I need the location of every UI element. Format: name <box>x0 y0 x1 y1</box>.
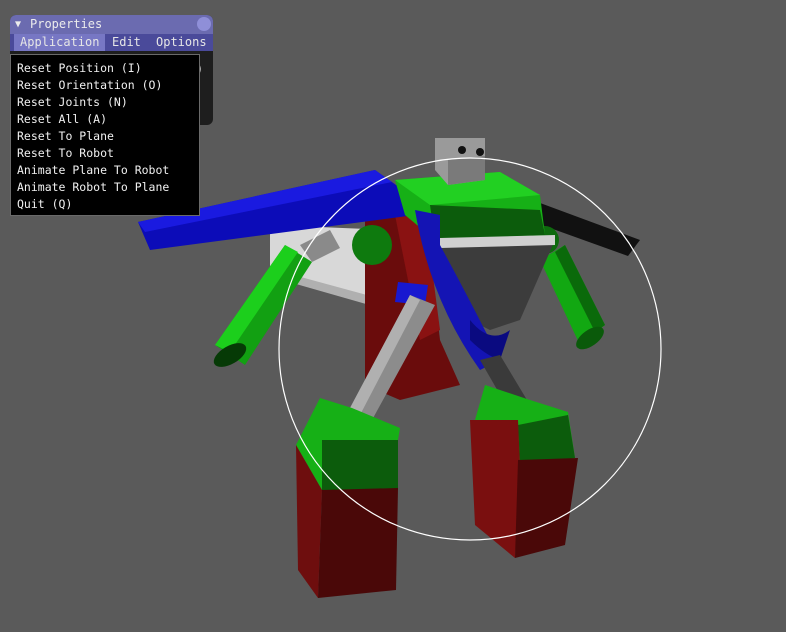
menu-options[interactable]: Options <box>150 34 213 51</box>
menu-bar: Application Edit Options <box>10 34 213 51</box>
menu-animate-plane-to-robot[interactable]: Animate Plane To Robot <box>17 162 169 179</box>
menu-animate-robot-to-plane[interactable]: Animate Robot To Plane <box>17 179 169 196</box>
application-dropdown-menu: Reset Position (I) Reset Orientation (O)… <box>10 54 200 216</box>
menu-reset-position[interactable]: Reset Position (I) <box>17 60 142 77</box>
collapse-arrow-icon[interactable]: ▼ <box>15 15 21 34</box>
properties-titlebar[interactable]: ▼ Properties <box>10 15 213 34</box>
robot-right-eye <box>476 148 484 156</box>
menu-reset-all[interactable]: Reset All (A) <box>17 111 107 128</box>
menu-application[interactable]: Application <box>14 34 106 51</box>
menu-quit[interactable]: Quit (Q) <box>17 196 72 213</box>
menu-edit[interactable]: Edit <box>106 34 147 51</box>
close-icon[interactable] <box>197 17 211 31</box>
menu-reset-to-plane[interactable]: Reset To Plane <box>17 128 114 145</box>
robot-right-foot-red <box>470 420 520 558</box>
menu-reset-joints[interactable]: Reset Joints (N) <box>17 94 128 111</box>
menu-reset-to-robot[interactable]: Reset To Robot <box>17 145 114 162</box>
robot-left-eye <box>458 146 466 154</box>
window-title: Properties <box>30 17 103 31</box>
menu-reset-orientation[interactable]: Reset Orientation (O) <box>17 77 162 94</box>
